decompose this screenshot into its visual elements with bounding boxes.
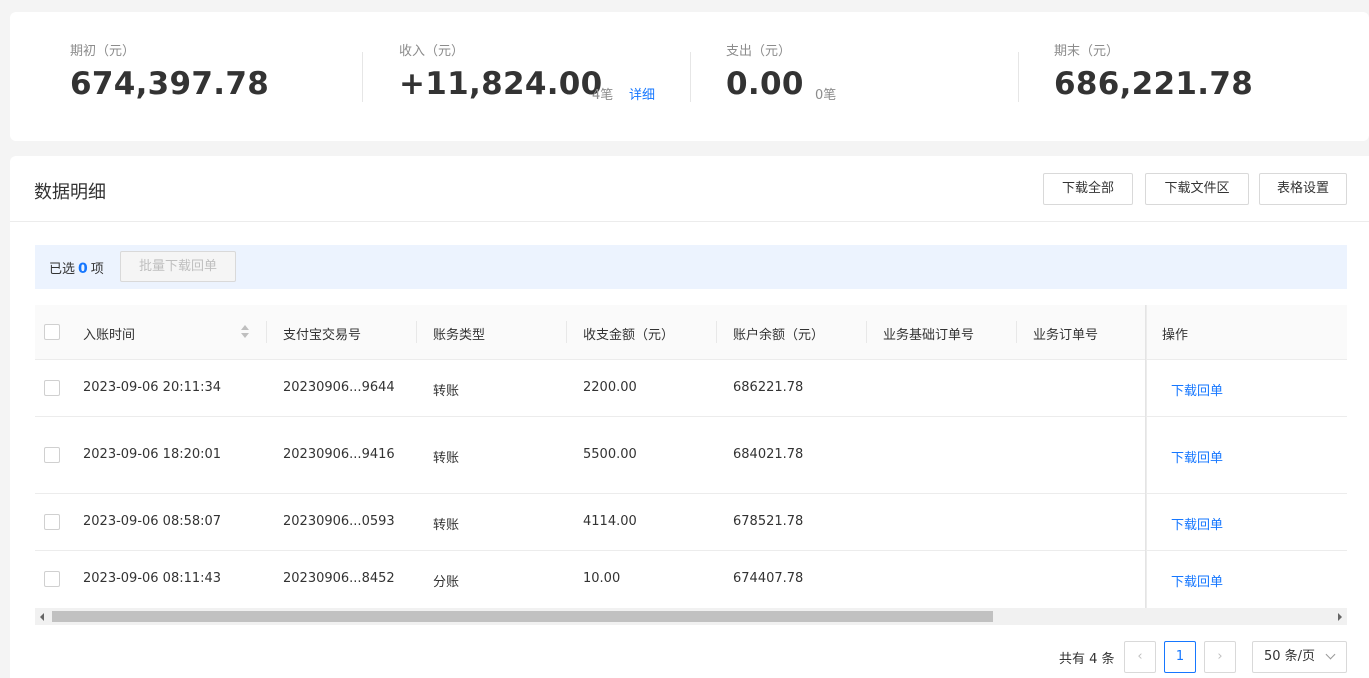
page-1-button[interactable]: 1: [1164, 641, 1196, 673]
column-header-action: 操作: [1162, 328, 1189, 343]
cell-amount: 4114.00: [583, 514, 637, 529]
selection-prefix: 已选: [49, 262, 76, 277]
column-divider: [266, 321, 267, 343]
column-header-order: 业务订单号: [1033, 328, 1099, 343]
select-all-checkbox[interactable]: [44, 324, 60, 340]
cell-type: 转账: [433, 451, 460, 466]
table-row: 2023-09-06 18:20:01 20230906...9416 转账 5…: [35, 417, 1347, 494]
stat-expense-count: 0笔: [815, 88, 837, 103]
download-receipt-link[interactable]: 下载回单: [1171, 571, 1223, 590]
table-row: 2023-09-06 20:11:34 20230906...9644 转账 2…: [35, 360, 1347, 417]
cell-balance: 678521.78: [733, 514, 804, 529]
cell-time: 2023-09-06 20:11:34: [83, 380, 222, 395]
table-header: 入账时间 支付宝交易号 账务类型 收支金额（元） 账户余额（元） 业务基础订单号…: [35, 305, 1347, 360]
divider: [1018, 52, 1019, 102]
cell-trade-no: 20230906...9644: [283, 380, 395, 395]
stat-opening-label: 期初（元）: [70, 44, 136, 59]
summary-card: 期初（元） 674,397.78 收入（元） +11,824.00 4笔 详细 …: [10, 12, 1369, 141]
column-divider: [416, 321, 417, 343]
stat-closing-value: 686,221.78: [1054, 66, 1254, 102]
selection-suffix: 项: [90, 262, 104, 277]
download-receipt-link[interactable]: 下载回单: [1171, 447, 1223, 466]
stat-income-count: 4笔: [592, 88, 614, 103]
column-divider: [1016, 321, 1017, 343]
column-header-amount: 收支金额（元）: [583, 328, 675, 343]
column-header-base-order: 业务基础订单号: [883, 328, 975, 343]
divider: [690, 52, 691, 102]
stat-opening-value: 674,397.78: [70, 66, 270, 102]
cell-type: 转账: [433, 518, 460, 533]
sort-icon[interactable]: [241, 325, 249, 339]
fixed-column-shadow: [1145, 305, 1147, 608]
panel-title: 数据明细: [34, 182, 106, 203]
divider: [362, 52, 363, 102]
cell-balance: 674407.78: [733, 571, 804, 586]
column-header-type: 账务类型: [433, 328, 486, 343]
cell-trade-no: 20230906...0593: [283, 514, 395, 529]
cell-time: 2023-09-06 18:20:01: [83, 447, 222, 462]
column-divider: [716, 321, 717, 343]
table-settings-button[interactable]: 表格设置: [1259, 173, 1347, 205]
income-detail-link[interactable]: 详细: [629, 84, 655, 103]
download-receipt-link[interactable]: 下载回单: [1171, 514, 1223, 533]
column-divider: [566, 321, 567, 343]
cell-trade-no: 20230906...8452: [283, 571, 395, 586]
download-all-button[interactable]: 下载全部: [1043, 173, 1133, 205]
chevron-down-icon: [1325, 649, 1336, 660]
row-checkbox[interactable]: [44, 380, 60, 396]
stat-income-label: 收入（元）: [399, 44, 465, 59]
cell-amount: 5500.00: [583, 447, 637, 462]
column-divider: [866, 321, 867, 343]
scrollbar-thumb[interactable]: [52, 611, 993, 622]
batch-download-button[interactable]: 批量下载回单: [120, 251, 236, 282]
table-row: 2023-09-06 08:11:43 20230906...8452 分账 1…: [35, 551, 1347, 608]
cell-type: 分账: [433, 575, 460, 590]
cell-balance: 684021.78: [733, 447, 804, 462]
stat-income-value: +11,824.00: [399, 66, 603, 102]
cell-type: 转账: [433, 384, 460, 399]
table-row: 2023-09-06 08:58:07 20230906...0593 转账 4…: [35, 494, 1347, 551]
next-page-button[interactable]: ›: [1204, 641, 1236, 673]
download-receipt-link[interactable]: 下载回单: [1171, 380, 1223, 399]
column-header-balance: 账户余额（元）: [733, 328, 825, 343]
stat-closing-label: 期末（元）: [1054, 44, 1120, 59]
column-header-trade-no: 支付宝交易号: [283, 328, 362, 343]
column-header-time[interactable]: 入账时间: [83, 324, 135, 343]
scroll-right-icon[interactable]: [1338, 613, 1342, 621]
scroll-left-icon[interactable]: [40, 613, 44, 621]
selection-count: 0: [78, 261, 88, 277]
row-checkbox[interactable]: [44, 514, 60, 530]
cell-time: 2023-09-06 08:58:07: [83, 514, 222, 529]
cell-time: 2023-09-06 08:11:43: [83, 571, 222, 586]
cell-trade-no: 20230906...9416: [283, 447, 395, 462]
selection-bar: 已选 0 项 批量下载回单: [35, 245, 1347, 289]
horizontal-scrollbar[interactable]: [35, 608, 1347, 625]
page-size-value: 50 条/页: [1264, 649, 1316, 664]
row-checkbox[interactable]: [44, 571, 60, 587]
cell-balance: 686221.78: [733, 380, 804, 395]
pagination-total: 共有 4 条: [1059, 652, 1115, 667]
prev-page-button[interactable]: ‹: [1124, 641, 1156, 673]
page-size-select[interactable]: 50 条/页: [1252, 641, 1347, 673]
row-checkbox[interactable]: [44, 447, 60, 463]
selection-text: 已选 0 项: [49, 258, 104, 277]
cell-amount: 2200.00: [583, 380, 637, 395]
detail-panel: 数据明细 下载全部 下载文件区 表格设置 已选 0 项 批量下载回单 入账时间 支付…: [10, 156, 1369, 678]
divider: [10, 221, 1369, 222]
cell-amount: 10.00: [583, 571, 621, 586]
stat-expense-value: 0.00: [726, 66, 804, 102]
download-file-area-button[interactable]: 下载文件区: [1145, 173, 1249, 205]
stat-expense-label: 支出（元）: [726, 44, 792, 59]
